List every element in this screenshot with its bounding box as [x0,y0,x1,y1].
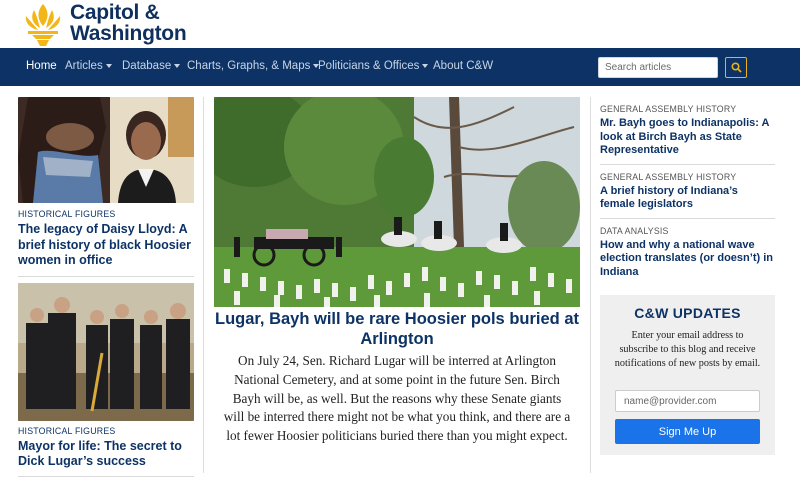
nav-politicians[interactable]: Politicians & Offices [318,60,429,72]
torch-flame-icon[interactable] [22,2,64,46]
nav-about-label: About C&W [433,60,494,72]
caret-down-icon [174,63,181,68]
article-category: DATA ANALYSIS [600,225,669,236]
logo-line-1: Capitol & [70,1,160,24]
nav-home[interactable]: Home [26,60,57,72]
daisy-lloyd-photo[interactable] [18,97,194,203]
email-field[interactable] [615,390,760,412]
search-button[interactable] [725,57,747,78]
nav-database[interactable]: Database [122,60,181,72]
email-subscribe-widget: C&W UPDATES Enter your email address to … [600,295,775,455]
article-title-link[interactable]: How and why a national wave election tra… [600,239,775,280]
nav-about[interactable]: About C&W [433,60,493,72]
site-logo-text[interactable]: Capitol & Washington [70,1,187,45]
article-category: GENERAL ASSEMBLY HISTORY [600,171,737,182]
article-category: HISTORICAL FIGURES [18,209,116,219]
logo-line-2: Washington [70,22,187,45]
featured-article-title[interactable]: Lugar, Bayh will be rare Hoosier pols bu… [214,309,580,349]
nav-politicians-label: Politicians & Offices [318,60,420,72]
article-title-link[interactable]: The legacy of Daisy Lloyd: A brief histo… [18,222,194,269]
nav-charts-label: Charts, Graphs, & Maps [187,60,311,72]
column-divider [203,97,204,473]
widget-description: Enter your email address to subscribe to… [614,330,761,369]
article-title-link[interactable]: A brief history of Indiana’s female legi… [600,185,775,212]
featured-article-excerpt: On July 24, Sen. Richard Lugar will be i… [223,353,571,444]
column-divider [590,97,591,473]
search-icon [731,62,742,73]
list-item: DATA ANALYSIS How and why a national wav… [600,226,775,286]
nav-home-label: Home [26,60,57,72]
caret-down-icon [422,63,429,68]
site-header: Capitol & Washington [0,0,800,48]
right-article-column: GENERAL ASSEMBLY HISTORY Mr. Bayh goes t… [600,104,775,285]
caret-down-icon [105,63,112,68]
nav-charts[interactable]: Charts, Graphs, & Maps [187,60,320,72]
left-article-column: HISTORICAL FIGURES The legacy of Daisy L… [18,97,194,477]
main-nav: Home Articles Database Charts, Graphs, &… [0,48,800,86]
divider [18,475,194,477]
nav-articles[interactable]: Articles [65,60,112,72]
divider [600,163,775,165]
list-item: GENERAL ASSEMBLY HISTORY A brief history… [600,172,775,218]
nav-database-label: Database [122,60,172,72]
widget-title: C&W UPDATES [634,305,741,321]
lugar-groundbreaking-photo[interactable] [18,282,194,421]
article-title-link[interactable]: Mayor for life: The secret to Dick Lugar… [18,439,194,470]
list-item: GENERAL ASSEMBLY HISTORY Mr. Bayh goes t… [600,104,775,164]
article-category: GENERAL ASSEMBLY HISTORY [600,104,737,114]
sign-up-button[interactable]: Sign Me Up [615,419,760,444]
search-input[interactable] [598,57,718,78]
nav-articles-label: Articles [65,60,103,72]
arlington-funeral-photo[interactable] [214,97,580,307]
article-title-link[interactable]: Mr. Bayh goes to Indianapolis: A look at… [600,117,775,158]
divider [600,217,775,219]
article-category: HISTORICAL FIGURES [18,425,116,436]
